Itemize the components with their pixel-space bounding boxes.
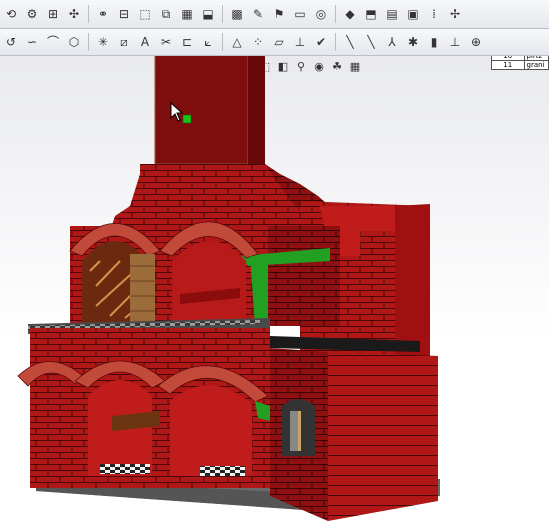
smart-dimension-icon[interactable]: ◎ bbox=[312, 5, 330, 23]
side-opening[interactable] bbox=[282, 399, 315, 456]
hide-show-icon[interactable]: ▣ bbox=[404, 5, 422, 23]
interference-icon[interactable]: ⬓ bbox=[199, 5, 217, 23]
convert-entities-icon[interactable]: ⟀ bbox=[199, 33, 217, 51]
spline-icon[interactable]: ∽ bbox=[23, 33, 41, 51]
toolbar-separator bbox=[335, 33, 336, 51]
select-icon[interactable]: ⟲ bbox=[2, 5, 20, 23]
rebuild-icon[interactable]: ✎ bbox=[249, 5, 267, 23]
line-icon[interactable]: ╲ bbox=[341, 33, 359, 51]
assembly-features-icon[interactable]: ⚭ bbox=[94, 5, 112, 23]
toolbar-separator bbox=[88, 5, 89, 23]
trim-icon[interactable]: ✂ bbox=[157, 33, 175, 51]
sketch-icon[interactable]: ▭ bbox=[291, 5, 309, 23]
options-icon[interactable]: ⚑ bbox=[270, 5, 288, 23]
show-hidden-icon[interactable]: ▩ bbox=[228, 5, 246, 23]
toolbar-separator bbox=[335, 5, 336, 23]
reference-geometry-icon[interactable]: ✢ bbox=[446, 5, 464, 23]
mirror-icon[interactable]: ⧄ bbox=[115, 33, 133, 51]
arc-icon[interactable]: ↺ bbox=[2, 33, 20, 51]
point-sketch-icon[interactable]: ✱ bbox=[404, 33, 422, 51]
graphics-viewport[interactable]: 🔍🔎↶▣⬚◧⚲◉☘▦ 10 pirtz 11 grani bbox=[0, 56, 549, 525]
toolbar-second: ↺ ∽ ⌒ ⬡ ✳ ⧄ A ✂ ⊏ ⟀ △ ⁘ ▱ ⊥ ✔ ╲ ╲ ⅄ ✱ ▮ ⊥ ⊕ bbox=[0, 29, 549, 56]
extend-icon[interactable]: △ bbox=[228, 33, 246, 51]
move-component-icon[interactable]: ✣ bbox=[65, 5, 83, 23]
dimension-icon[interactable]: ⚙ bbox=[23, 5, 41, 23]
display-style-icon[interactable]: ◆ bbox=[341, 5, 359, 23]
smart-mates-icon[interactable]: ⊞ bbox=[44, 5, 62, 23]
coordinate-icon[interactable]: ⊥ bbox=[446, 33, 464, 51]
linear-pattern-icon[interactable]: ⬚ bbox=[136, 5, 154, 23]
text-icon[interactable]: A bbox=[136, 33, 154, 51]
repair-sketch-icon[interactable]: ✔ bbox=[312, 33, 330, 51]
axis-icon[interactable]: ⅄ bbox=[383, 33, 401, 51]
point-icon[interactable]: ✳ bbox=[94, 33, 112, 51]
mate-icon[interactable]: ⊟ bbox=[115, 5, 133, 23]
toolbar-separator bbox=[88, 33, 89, 51]
centerline-icon[interactable]: ╲ bbox=[362, 33, 380, 51]
bom-icon[interactable]: ▦ bbox=[178, 5, 196, 23]
section-view-icon[interactable]: ▤ bbox=[383, 5, 401, 23]
exploded-view-icon[interactable]: ⧉ bbox=[157, 5, 175, 23]
brick-oven-model[interactable] bbox=[0, 56, 549, 525]
origin-icon[interactable]: ⊕ bbox=[467, 33, 485, 51]
block-icon[interactable]: ▱ bbox=[270, 33, 288, 51]
toolbar-separator bbox=[222, 5, 223, 23]
offset-icon[interactable]: ⊏ bbox=[178, 33, 196, 51]
toolbar-separator bbox=[222, 33, 223, 51]
view-orientation-icon[interactable]: ⬒ bbox=[362, 5, 380, 23]
polygon-icon[interactable]: ⬡ bbox=[65, 33, 83, 51]
grid-icon[interactable]: ⁞ bbox=[425, 5, 443, 23]
plane-icon[interactable]: ▮ bbox=[425, 33, 443, 51]
fillet-icon[interactable]: ⌒ bbox=[44, 33, 62, 51]
relations-icon[interactable]: ⊥ bbox=[291, 33, 309, 51]
toolbar-top: ⟲ ⚙ ⊞ ✣ ⚭ ⊟ ⬚ ⧉ ▦ ⬓ ▩ ✎ ⚑ ▭ ◎ ◆ ⬒ ▤ ▣ ⁞ ✢ bbox=[0, 0, 549, 29]
pattern-icon[interactable]: ⁘ bbox=[249, 33, 267, 51]
